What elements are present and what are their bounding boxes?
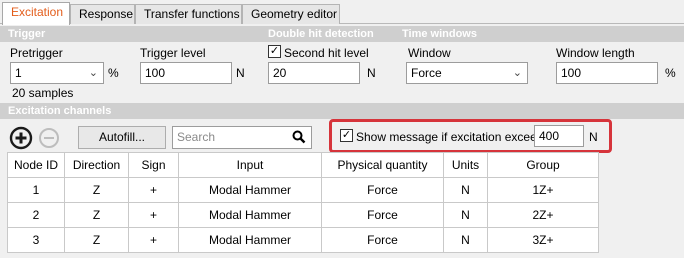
- cell-units[interactable]: N: [443, 202, 488, 228]
- show-message-label: Show message if excitation exceeds: [356, 130, 550, 144]
- checkmark-icon: ✓: [341, 129, 352, 141]
- search-icon: [292, 130, 306, 147]
- table-row[interactable]: 1 Z + Modal Hammer Force N 1Z+: [7, 177, 599, 203]
- settings-section-bar: Trigger Double hit detection Time window…: [0, 26, 684, 42]
- header-physical-quantity[interactable]: Physical quantity: [321, 152, 444, 178]
- tab-strip: Excitation Response Transfer functions G…: [0, 0, 684, 25]
- window-length-label: Window length: [556, 46, 635, 60]
- chevron-down-icon: ⌄: [88, 67, 98, 79]
- cell-node-id[interactable]: 1: [7, 177, 65, 203]
- header-group[interactable]: Group: [487, 152, 599, 178]
- header-input[interactable]: Input: [178, 152, 322, 178]
- cell-units[interactable]: N: [443, 227, 488, 253]
- second-hit-label: Second hit level: [284, 46, 369, 60]
- table-row[interactable]: 3 Z + Modal Hammer Force N 3Z+: [7, 227, 599, 253]
- cell-units[interactable]: N: [443, 177, 488, 203]
- second-hit-unit: N: [367, 66, 376, 80]
- pretrigger-samples: 20 samples: [12, 86, 74, 100]
- pretrigger-select[interactable]: 1 ⌄: [10, 62, 104, 84]
- section-title-trigger: Trigger: [8, 28, 46, 40]
- window-label: Window: [408, 46, 451, 60]
- cell-node-id[interactable]: 3: [7, 227, 65, 253]
- trigger-level-input[interactable]: 100: [140, 62, 232, 84]
- trigger-level-unit: N: [236, 66, 245, 80]
- search-placeholder: Search: [177, 130, 216, 144]
- window-value: Force: [411, 66, 442, 80]
- cell-direction[interactable]: Z: [64, 177, 129, 203]
- chevron-down-icon: ⌄: [512, 67, 522, 79]
- pretrigger-unit: %: [108, 66, 119, 80]
- cell-sign[interactable]: +: [128, 177, 179, 203]
- tab-geometry-editor[interactable]: Geometry editor: [242, 4, 340, 24]
- cell-physical-quantity[interactable]: Force: [321, 177, 444, 203]
- tab-response[interactable]: Response: [70, 4, 135, 24]
- cell-physical-quantity[interactable]: Force: [321, 202, 444, 228]
- tab-excitation[interactable]: Excitation: [2, 2, 70, 25]
- table-row[interactable]: 2 Z + Modal Hammer Force N 2Z+: [7, 202, 599, 228]
- cell-group[interactable]: 1Z+: [487, 177, 599, 203]
- cell-sign[interactable]: +: [128, 227, 179, 253]
- window-select[interactable]: Force ⌄: [406, 62, 528, 84]
- cell-input[interactable]: Modal Hammer: [178, 202, 322, 228]
- trigger-level-label: Trigger level: [140, 46, 206, 60]
- plus-circle-icon[interactable]: [9, 126, 33, 150]
- second-hit-checkbox[interactable]: ✓: [268, 45, 281, 58]
- header-node-id[interactable]: Node ID: [7, 152, 65, 178]
- second-hit-input[interactable]: 20: [268, 62, 360, 84]
- section-title-time-windows: Time windows: [402, 28, 477, 40]
- tab-transfer-functions[interactable]: Transfer functions: [135, 4, 242, 24]
- cell-input[interactable]: Modal Hammer: [178, 227, 322, 253]
- pretrigger-value: 1: [15, 66, 22, 80]
- header-units[interactable]: Units: [443, 152, 488, 178]
- section-title-double-hit: Double hit detection: [268, 28, 374, 40]
- channels-table: Node ID Direction Sign Input Physical qu…: [7, 152, 599, 253]
- cell-node-id[interactable]: 2: [7, 202, 65, 228]
- window-length-unit: %: [665, 66, 676, 80]
- header-direction[interactable]: Direction: [64, 152, 129, 178]
- channels-section-bar: Excitation channels: [0, 103, 684, 119]
- section-title-channels: Excitation channels: [8, 105, 112, 117]
- cell-direction[interactable]: Z: [64, 227, 129, 253]
- search-input[interactable]: Search: [172, 126, 312, 149]
- cell-input[interactable]: Modal Hammer: [178, 177, 322, 203]
- minus-circle-icon[interactable]: [38, 127, 60, 149]
- autofill-button[interactable]: Autofill...: [78, 126, 166, 149]
- cell-physical-quantity[interactable]: Force: [321, 227, 444, 253]
- cell-group[interactable]: 3Z+: [487, 227, 599, 253]
- pretrigger-label: Pretrigger: [10, 46, 63, 60]
- threshold-input[interactable]: 400: [534, 125, 584, 147]
- header-sign[interactable]: Sign: [128, 152, 179, 178]
- cell-group[interactable]: 2Z+: [487, 202, 599, 228]
- table-header-row: Node ID Direction Sign Input Physical qu…: [7, 152, 599, 178]
- threshold-unit: N: [589, 130, 598, 144]
- checkmark-icon: ✓: [269, 45, 280, 57]
- cell-direction[interactable]: Z: [64, 202, 129, 228]
- cell-sign[interactable]: +: [128, 202, 179, 228]
- show-message-checkbox[interactable]: ✓: [340, 129, 353, 142]
- window-length-input[interactable]: 100: [556, 62, 658, 84]
